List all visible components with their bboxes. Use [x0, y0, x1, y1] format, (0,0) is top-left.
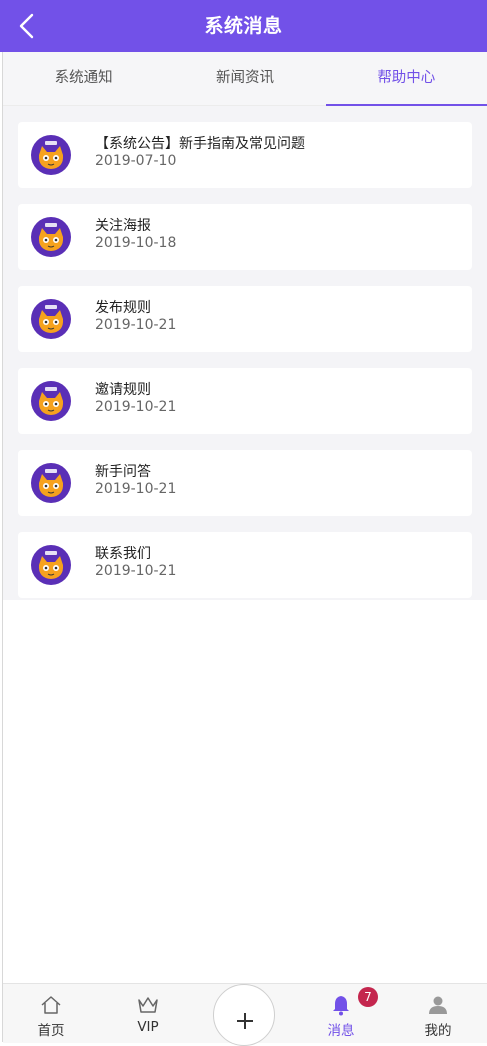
- list-item[interactable]: 【系统公告】新手指南及常见问题 2019-07-10: [18, 122, 472, 188]
- message-list: 【系统公告】新手指南及常见问题 2019-07-10 关注海报 2019-10-…: [3, 106, 487, 600]
- crown-icon: [138, 997, 158, 1013]
- nav-messages-label: 消息: [327, 1023, 355, 1039]
- nav-mine-label: 我的: [424, 1023, 452, 1039]
- nav-mine[interactable]: 我的: [398, 984, 478, 1043]
- avatar-cat-icon: [31, 545, 71, 585]
- list-item[interactable]: 关注海报 2019-10-18: [18, 204, 472, 270]
- user-icon: [429, 996, 447, 1014]
- app-root: 系统消息 系统通知 新闻资讯 帮助中心 【系统公告】新手指南及常见问题 2019…: [0, 0, 487, 1046]
- page-title: 系统消息: [204, 15, 283, 37]
- avatar-cat-icon: [31, 381, 71, 421]
- message-date: 2019-07-10: [95, 153, 177, 169]
- nav-home-label: 首页: [37, 1023, 65, 1039]
- message-date: 2019-10-21: [95, 481, 177, 497]
- message-date: 2019-10-21: [95, 317, 177, 333]
- tab-news[interactable]: 新闻资讯: [164, 52, 325, 105]
- publish-button[interactable]: [213, 984, 275, 1046]
- bell-icon: [333, 996, 349, 1016]
- message-date: 2019-10-18: [95, 235, 177, 251]
- nav-vip[interactable]: VIP: [108, 984, 188, 1043]
- nav-home[interactable]: 首页: [11, 984, 91, 1043]
- avatar-cat-icon: [31, 463, 71, 503]
- home-icon: [41, 996, 61, 1014]
- message-title: 新手问答: [95, 464, 151, 480]
- tab-system-notice[interactable]: 系统通知: [3, 52, 164, 105]
- bottom-nav: 首页 VIP 消息 7 我的: [3, 983, 487, 1046]
- message-title: 联系我们: [95, 546, 151, 562]
- message-title: 发布规则: [95, 300, 151, 316]
- list-item[interactable]: 发布规则 2019-10-21: [18, 286, 472, 352]
- message-title: 关注海报: [95, 218, 151, 234]
- avatar-cat-icon: [31, 299, 71, 339]
- list-item[interactable]: 联系我们 2019-10-21: [18, 532, 472, 598]
- message-title: 【系统公告】新手指南及常见问题: [95, 136, 305, 152]
- avatar-cat-icon: [31, 217, 71, 257]
- plus-icon-stem: [244, 1013, 246, 1029]
- unread-badge: 7: [358, 987, 378, 1007]
- list-item[interactable]: 新手问答 2019-10-21: [18, 450, 472, 516]
- message-date: 2019-10-21: [95, 563, 177, 579]
- tab-help-center[interactable]: 帮助中心: [325, 52, 487, 106]
- message-date: 2019-10-21: [95, 399, 177, 415]
- top-bar: 系统消息: [0, 0, 487, 52]
- message-title: 邀请规则: [95, 382, 151, 398]
- avatar-cat-icon: [31, 135, 71, 175]
- list-item[interactable]: 邀请规则 2019-10-21: [18, 368, 472, 434]
- tab-bar: 系统通知 新闻资讯 帮助中心: [3, 52, 487, 106]
- nav-vip-label: VIP: [137, 1019, 159, 1035]
